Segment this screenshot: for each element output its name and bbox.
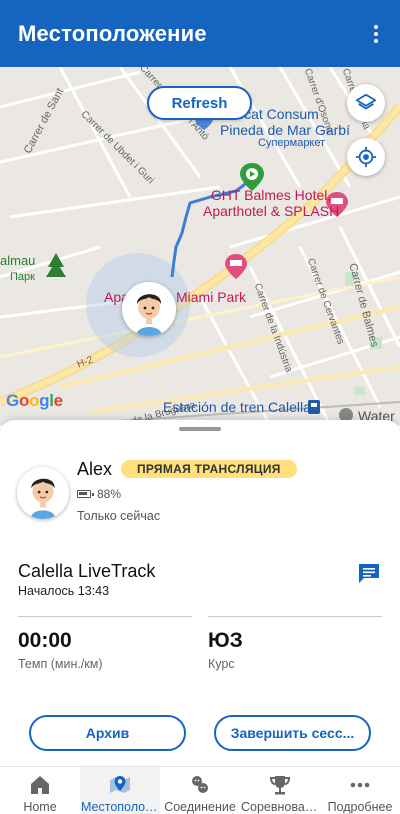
divider (208, 616, 382, 617)
avatar-icon (122, 282, 176, 336)
layers-icon (355, 93, 377, 110)
nav-home[interactable]: Home (0, 767, 80, 814)
nav-label: Подробнее (327, 800, 393, 814)
battery-level: 88% (97, 487, 122, 501)
connections-icon (192, 776, 208, 793)
map-view[interactable]: Carrer de Sant Carrer de Ubdet i Guri Ca… (0, 67, 400, 425)
more-vert-icon[interactable] (364, 22, 388, 46)
app-bar: Местоположение (0, 0, 400, 67)
nav-label: Соревнования (241, 800, 319, 814)
last-seen-text: Только сейчас (77, 509, 161, 523)
poi-mercat-line2: Pineda de Mar Garbí (220, 122, 350, 138)
bottom-sheet: Alex ПРЯМАЯ ТРАНСЛЯЦИЯ 88% Только сейчас… (0, 420, 400, 766)
page-title: Местоположение (18, 20, 207, 46)
archive-button[interactable]: Архив (29, 715, 186, 751)
chat-icon[interactable] (357, 562, 381, 584)
battery-status: 88% (77, 487, 121, 501)
nav-label: Home (23, 800, 57, 814)
poi-park-left-sub: Парк (10, 271, 35, 283)
avatar-icon (17, 467, 69, 519)
pace-label: Темп (мин./км) (18, 657, 103, 671)
end-session-button[interactable]: Завершить сесс... (214, 715, 371, 751)
nav-label: Соединение (164, 800, 236, 814)
poi-hotel[interactable]: GHT Balmes Hotel, Aparthotel & SPLASH (203, 187, 339, 219)
poi-supermarket-label: Супермаркет (258, 137, 326, 149)
nav-connections[interactable]: Соединение (160, 767, 240, 814)
my-location-icon (355, 146, 377, 168)
poi-park-left[interactable]: almau (0, 253, 35, 268)
my-location-button[interactable] (347, 138, 385, 176)
live-status-badge: ПРЯМАЯ ТРАНСЛЯЦИЯ (121, 460, 297, 478)
nav-label: Местоположение (81, 800, 159, 814)
poi-station[interactable]: Estación de tren Calella (163, 399, 311, 415)
pace-value: 00:00 (18, 629, 72, 652)
map-pin-icon (110, 776, 130, 793)
google-logo: Google (6, 391, 63, 410)
nav-more[interactable]: Подробнее (320, 767, 400, 814)
sheet-drag-handle[interactable] (179, 427, 221, 431)
user-map-marker[interactable] (122, 282, 176, 336)
refresh-button[interactable]: Refresh (147, 86, 252, 120)
avatar[interactable] (17, 467, 69, 519)
battery-icon (77, 490, 94, 498)
poi-hotel-line2: Aparthotel & SPLASH (203, 203, 340, 219)
poi-hotel-line1: GHT Balmes Hotel, (210, 187, 332, 203)
more-horiz-icon (350, 782, 370, 788)
event-name: Calella LiveTrack (18, 561, 156, 581)
nav-location[interactable]: Местоположение (80, 767, 160, 814)
trophy-icon (269, 776, 291, 795)
nav-competitions[interactable]: Соревнования (240, 767, 320, 814)
bottom-navigation: Home Местоположение Соединение (0, 766, 400, 814)
heading-value: ЮЗ (208, 629, 243, 652)
heading-label: Курс (208, 657, 235, 671)
layers-button[interactable] (347, 84, 385, 122)
home-icon (31, 776, 49, 794)
divider (18, 616, 192, 617)
event-start-time: Началось 13:43 (18, 584, 110, 598)
poi-miami-park[interactable]: Miami Park (176, 289, 246, 305)
user-name: Alex (77, 459, 113, 479)
